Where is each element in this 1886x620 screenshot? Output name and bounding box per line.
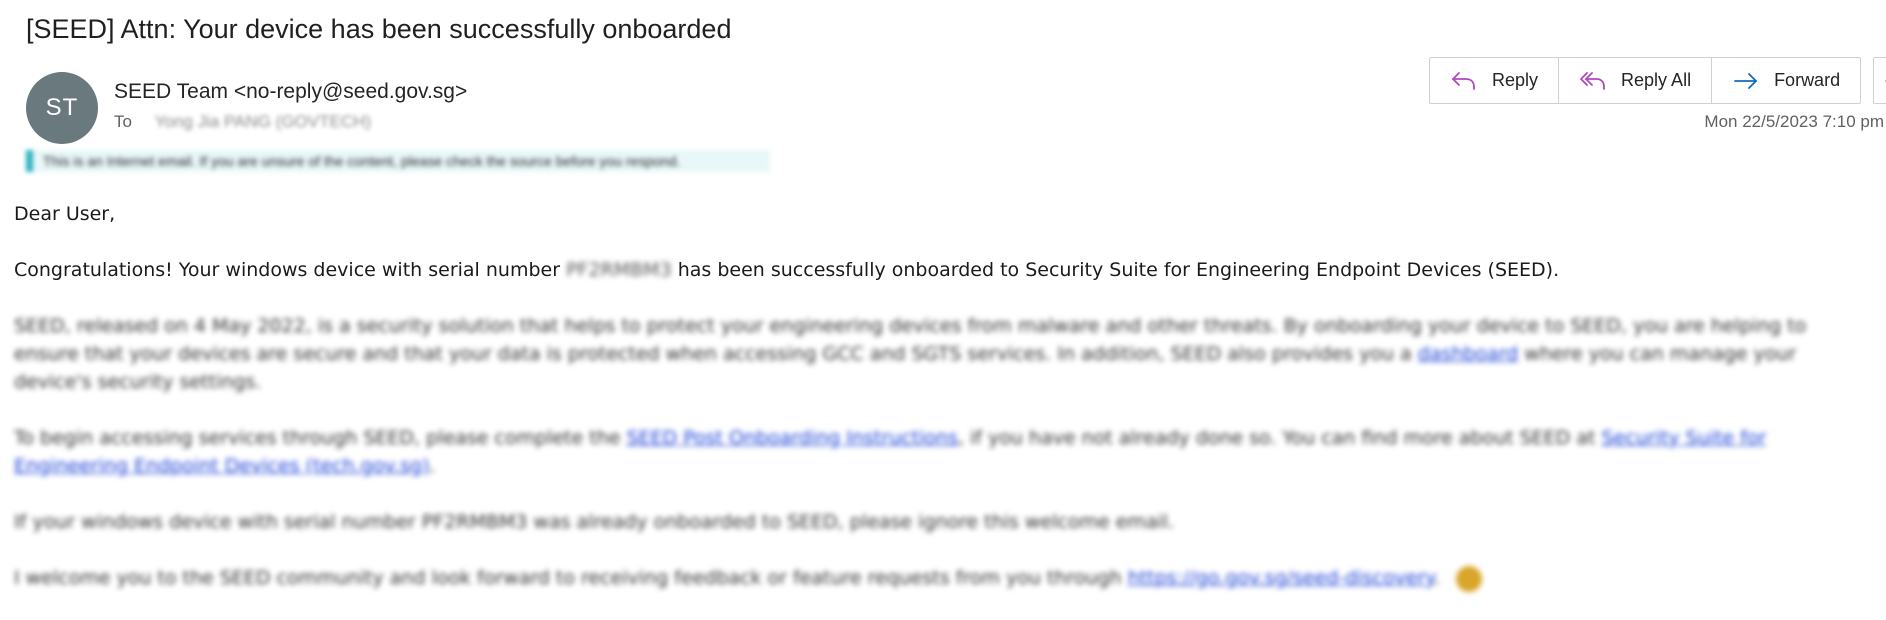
forward-icon (1734, 72, 1757, 89)
dashboard-link[interactable]: dashboard (1418, 343, 1519, 365)
reply-button[interactable]: Reply (1430, 58, 1560, 103)
more-actions-button[interactable] (1873, 57, 1886, 104)
reply-icon (1452, 71, 1475, 90)
body-paragraph-3: To begin accessing services through SEED… (14, 424, 1864, 480)
avatar[interactable]: ST (26, 72, 98, 144)
p4-serial: PF2RMBM3 (421, 511, 528, 533)
body-paragraph-1: Congratulations! Your windows device wit… (14, 256, 1864, 284)
message-actions: Reply Reply All Forward (1429, 57, 1886, 104)
external-banner-text: This is an Internet email. If you are un… (43, 153, 681, 169)
forward-label: Forward (1774, 70, 1841, 90)
avatar-initials: ST (45, 94, 79, 121)
p1-end: has been successfully onboarded to Secur… (677, 259, 1560, 281)
p3-end: . (429, 455, 436, 477)
body-paragraph-5: I welcome you to the SEED community and … (14, 564, 1864, 592)
body-paragraph-4: If your windows device with serial numbe… (14, 508, 1864, 536)
p3-start: To begin accessing services through SEED… (14, 427, 621, 449)
external-email-banner: This is an Internet email. If you are un… (26, 150, 770, 172)
p3-mid: , if you have not already done so. You c… (957, 427, 1596, 449)
forward-button[interactable]: Forward (1712, 58, 1860, 103)
p1-start: Congratulations! Your windows device wit… (14, 259, 561, 281)
reply-all-icon (1580, 71, 1605, 90)
sender-name[interactable]: SEED Team <no-reply@seed.gov.sg> (114, 80, 467, 104)
p4-start: If your windows device with serial numbe… (14, 511, 416, 533)
post-onboarding-instructions-link[interactable]: SEED Post Onboarding Instructions (626, 427, 957, 449)
greeting: Dear User, (14, 203, 116, 225)
smile-emoji-icon (1455, 565, 1482, 592)
reply-all-button[interactable]: Reply All (1559, 58, 1713, 103)
to-label: To (114, 112, 132, 131)
email-timestamp: Mon 22/5/2023 7:10 pm (1704, 112, 1884, 131)
p5-start: I welcome you to the SEED community and … (14, 567, 1122, 589)
email-subject: [SEED] Attn: Your device has been succes… (26, 14, 732, 44)
recipient-name[interactable]: Yong Jia PANG (GOVTECH) (155, 112, 371, 131)
p4-end: was already onboarded to SEED, please ig… (533, 511, 1175, 533)
serial-number: PF2RMBM3 (566, 259, 672, 281)
to-row: To Yong Jia PANG (GOVTECH) (114, 112, 371, 132)
seed-discovery-link[interactable]: https://go.gov.sg/seed-discovery (1128, 567, 1434, 589)
p5-end: . (1433, 567, 1440, 589)
reply-label: Reply (1492, 70, 1539, 90)
body-paragraph-2: SEED, released on 4 May 2022, is a secur… (14, 312, 1864, 396)
reply-actions-group: Reply Reply All Forward (1429, 57, 1862, 104)
reply-all-label: Reply All (1621, 70, 1692, 90)
email-body: Dear User, Congratulations! Your windows… (14, 200, 1864, 620)
